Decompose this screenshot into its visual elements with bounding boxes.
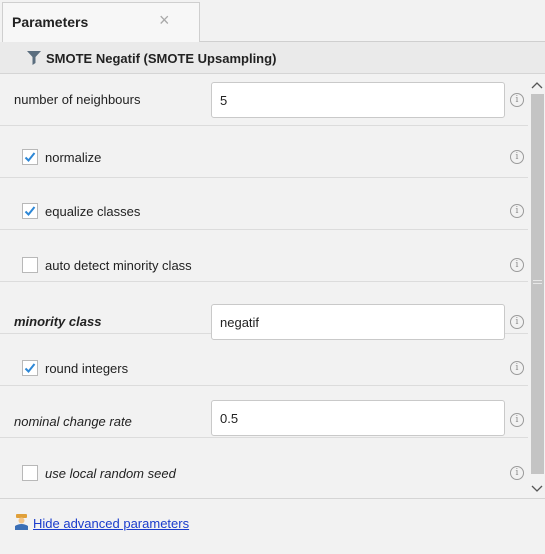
- scrollbar-thumb[interactable]: [531, 94, 544, 474]
- checkmark-icon: [24, 363, 36, 373]
- close-icon[interactable]: ×: [159, 10, 170, 30]
- param-row-round-integers: round integers i: [0, 334, 528, 386]
- operator-header: SMOTE Negatif (SMOTE Upsampling): [0, 42, 545, 74]
- info-icon[interactable]: i: [510, 466, 524, 480]
- info-icon[interactable]: i: [510, 258, 524, 272]
- tab-parameters[interactable]: Parameters ×: [2, 2, 200, 42]
- chevron-up-icon[interactable]: [531, 80, 543, 90]
- param-row-number-of-neighbours: number of neighbours i: [0, 74, 528, 126]
- checkbox-label: auto detect minority class: [45, 258, 192, 273]
- tab-label: Parameters: [12, 14, 89, 30]
- checkmark-icon: [24, 152, 36, 162]
- round-integers-checkbox[interactable]: [22, 360, 38, 376]
- param-row-equalize-classes: equalize classes i: [0, 178, 528, 230]
- hide-advanced-parameters-link[interactable]: Hide advanced parameters: [33, 516, 189, 531]
- param-row-use-local-random-seed: use local random seed i: [0, 438, 528, 490]
- param-row-normalize: normalize i: [0, 126, 528, 178]
- person-icon: [15, 514, 28, 530]
- filter-icon: [27, 51, 41, 65]
- parameter-list: number of neighbours i normalize i equal…: [0, 74, 528, 498]
- vertical-scrollbar[interactable]: [529, 74, 545, 498]
- info-icon[interactable]: i: [510, 361, 524, 375]
- param-row-minority-class: minority class i: [0, 282, 528, 340]
- info-icon[interactable]: i: [510, 315, 524, 329]
- number-of-neighbours-input[interactable]: [211, 82, 505, 118]
- tab-bar: Parameters ×: [0, 0, 545, 42]
- checkmark-icon: [24, 206, 36, 216]
- auto-detect-minority-class-checkbox[interactable]: [22, 257, 38, 273]
- info-icon[interactable]: i: [510, 413, 524, 427]
- param-label: number of neighbours: [14, 92, 141, 107]
- nominal-change-rate-input[interactable]: [211, 400, 505, 436]
- chevron-down-icon[interactable]: [531, 484, 543, 494]
- checkbox-label: use local random seed: [45, 466, 176, 481]
- operator-title: SMOTE Negatif (SMOTE Upsampling): [46, 51, 277, 66]
- checkbox-label: round integers: [45, 361, 129, 376]
- param-label: minority class: [14, 314, 102, 329]
- checkbox-label: equalize classes: [45, 204, 141, 219]
- equalize-classes-checkbox[interactable]: [22, 203, 38, 219]
- footer-divider: [0, 498, 545, 499]
- param-row-nominal-change-rate: nominal change rate i: [0, 386, 528, 438]
- param-label: nominal change rate: [14, 414, 132, 429]
- checkbox-label: normalize: [45, 150, 102, 165]
- thumb-grip: [533, 280, 542, 284]
- use-local-random-seed-checkbox[interactable]: [22, 465, 38, 481]
- info-icon[interactable]: i: [510, 150, 524, 164]
- info-icon[interactable]: i: [510, 93, 524, 107]
- param-row-auto-detect-minority-class: auto detect minority class i: [0, 230, 528, 282]
- info-icon[interactable]: i: [510, 204, 524, 218]
- normalize-checkbox[interactable]: [22, 149, 38, 165]
